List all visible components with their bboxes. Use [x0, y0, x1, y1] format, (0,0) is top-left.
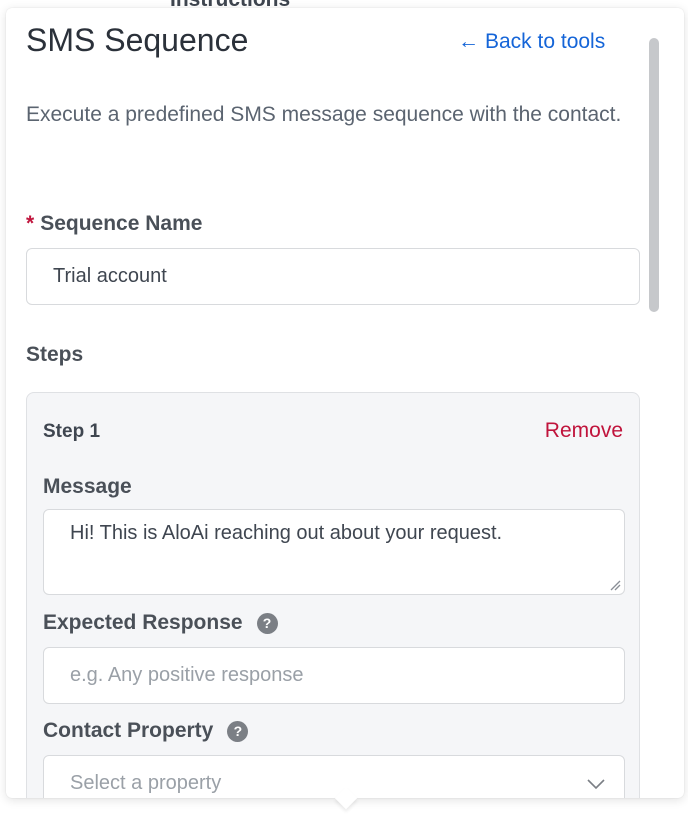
- contact-property-select[interactable]: Select a property: [43, 755, 625, 798]
- remove-step-button[interactable]: Remove: [545, 419, 623, 443]
- contact-property-label-text: Contact Property: [43, 719, 214, 742]
- help-icon[interactable]: ?: [227, 720, 249, 742]
- help-icon[interactable]: ?: [256, 612, 278, 634]
- resize-handle-icon[interactable]: [609, 579, 621, 591]
- back-to-tools-label: Back to tools: [485, 30, 606, 53]
- panel-description: Execute a predefined SMS message sequenc…: [26, 103, 622, 126]
- sequence-name-input[interactable]: Trial account: [26, 248, 640, 305]
- arrow-left-icon: ←: [458, 30, 479, 53]
- required-asterisk: *: [26, 212, 35, 235]
- contact-property-placeholder: Select a property: [70, 772, 222, 794]
- panel-title: SMS Sequence: [26, 22, 249, 58]
- step-card: Step 1 Remove Message Hi! This is AloAi …: [26, 392, 640, 798]
- sms-sequence-panel: SMS Sequence ← Back to tools Execute a p…: [6, 8, 684, 798]
- sequence-name-label: * Sequence Name: [26, 212, 202, 236]
- expected-response-input[interactable]: e.g. Any positive response: [43, 647, 625, 704]
- message-textarea[interactable]: Hi! This is AloAi reaching out about you…: [43, 509, 625, 595]
- expected-response-label: Expected Response ?: [43, 611, 278, 635]
- chevron-down-icon: [587, 778, 605, 789]
- sequence-name-label-text: Sequence Name: [40, 212, 203, 235]
- contact-property-label: Contact Property ?: [43, 719, 249, 743]
- message-label: Message: [43, 475, 132, 498]
- steps-heading: Steps: [26, 343, 84, 366]
- expected-response-label-text: Expected Response: [43, 611, 243, 634]
- step-title: Step 1: [43, 421, 101, 442]
- back-to-tools-link[interactable]: ← Back to tools: [458, 30, 605, 54]
- scrollbar-thumb[interactable]: [649, 38, 659, 312]
- message-text: Hi! This is AloAi reaching out about you…: [70, 522, 503, 544]
